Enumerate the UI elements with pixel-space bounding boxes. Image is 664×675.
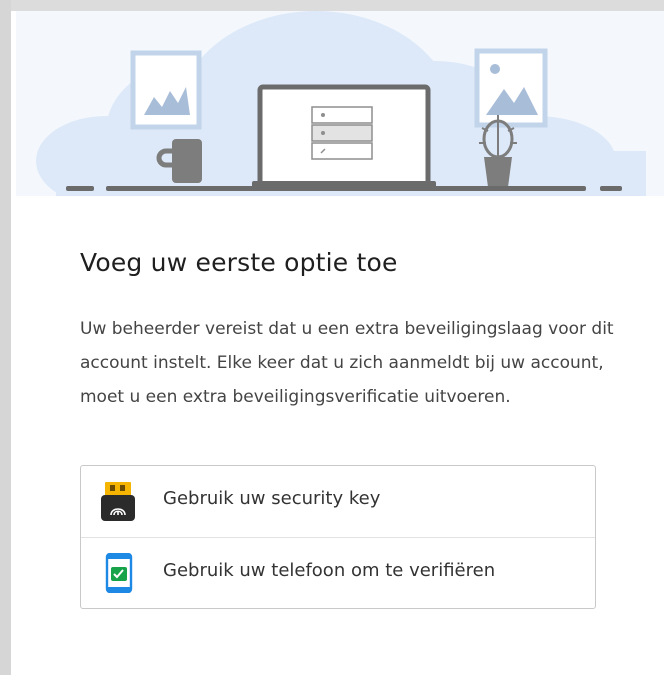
window-frame-top bbox=[0, 0, 664, 11]
laptop-illustration bbox=[252, 84, 436, 190]
option-phone-label: Gebruik uw telefoon om te verifiëren bbox=[163, 560, 496, 581]
description-text: Uw beheerder vereist dat u een extra bev… bbox=[80, 319, 614, 407]
option-security-key-label: Gebruik uw security key bbox=[163, 488, 381, 509]
wall-picture-right bbox=[474, 48, 548, 128]
security-key-icon bbox=[101, 481, 135, 521]
page-title: Voeg uw eerste optie toe bbox=[80, 248, 398, 277]
option-security-key[interactable]: Gebruik uw security key bbox=[81, 466, 595, 538]
option-phone[interactable]: Gebruik uw telefoon om te verifiëren bbox=[81, 538, 595, 610]
table-line bbox=[66, 186, 622, 191]
wall-picture-left bbox=[130, 50, 202, 130]
phone-check-icon bbox=[101, 552, 135, 594]
setup-card: Voeg uw eerste optie toe Uw beheerder ve… bbox=[11, 11, 664, 675]
window-frame-left bbox=[0, 0, 11, 675]
hero-illustration bbox=[16, 11, 664, 196]
method-options-list: Gebruik uw security key Gebruik uw telef… bbox=[80, 465, 596, 609]
hero-illustration-svg bbox=[36, 11, 646, 196]
